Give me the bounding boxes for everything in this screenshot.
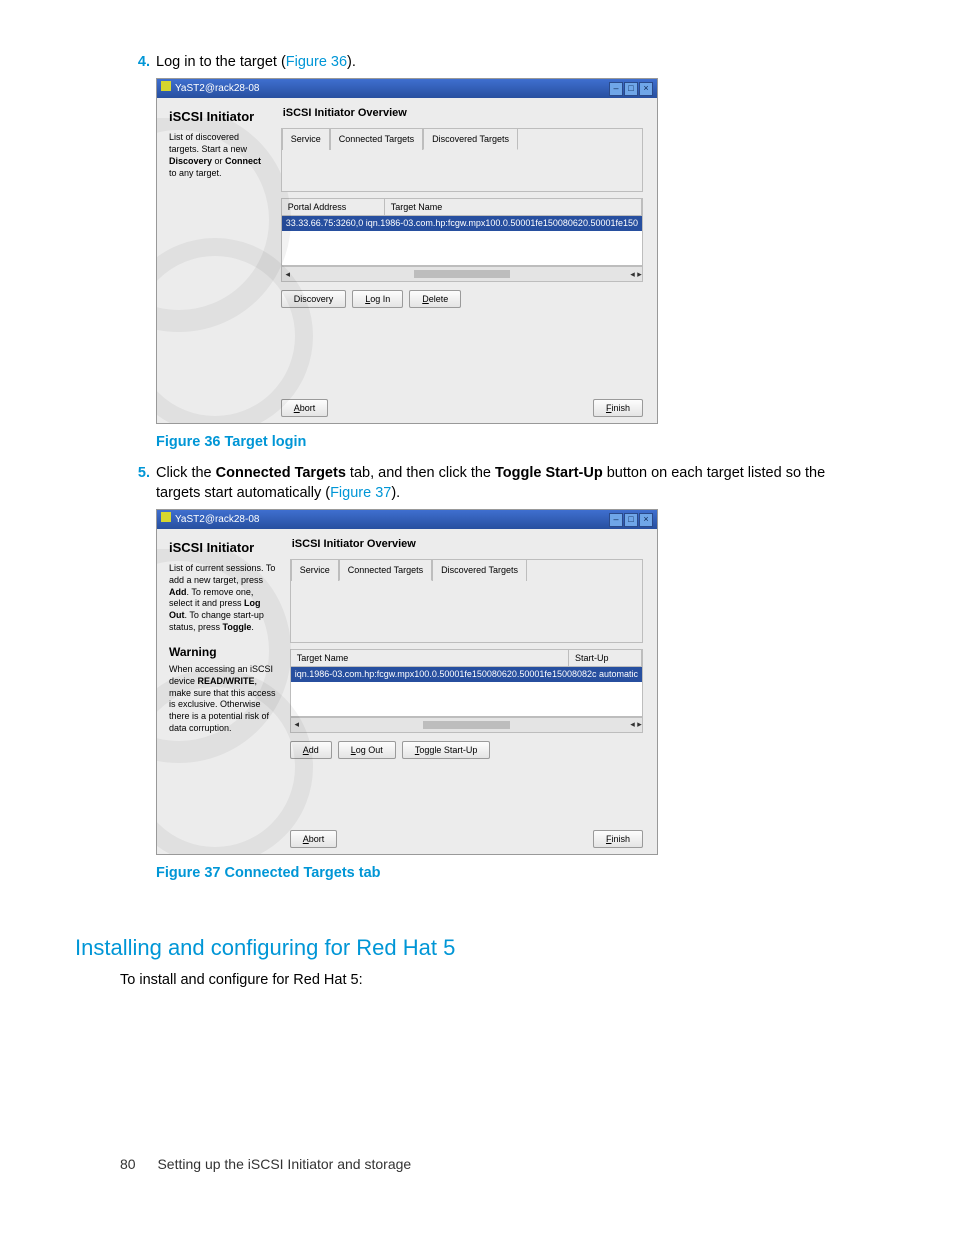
text: ). [347,54,356,70]
text: Click the [156,465,216,481]
scroll-left-icon[interactable]: ◂ [282,268,294,281]
targets-list: Portal Address Target Name 33.33.66.75:3… [281,198,643,266]
sidebar-help-text: List of current sessions. To add a new t… [169,563,276,633]
yast-window-discovered: YaST2@rack28-08 –□× iSCSI Initiator List… [156,78,658,424]
window-buttons: –□× [608,82,653,96]
figure-caption: Figure 36 Target login [156,432,859,452]
column-portal[interactable]: Portal Address [282,199,385,216]
text: List of discovered targets. Start a new [169,132,247,154]
text-bold: READ/WRITE [198,676,255,686]
tab-discovered[interactable]: Discovered Targets [432,559,527,582]
text: ). [391,485,400,501]
window-buttons: –□× [608,513,653,527]
warning-text: When accessing an iSCSI device READ/WRIT… [169,664,276,734]
step-number: 4. [120,52,150,72]
text-bold: Toggle Start-Up [495,465,603,481]
scroll-right-icon[interactable]: ◂ ▸ [630,718,642,731]
text: List of current sessions. To add a new t… [169,563,275,585]
u: A [294,403,300,413]
scroll-left-icon[interactable]: ◂ [291,718,303,731]
maximize-button[interactable]: □ [624,82,638,96]
app-icon [161,81,171,91]
finish-button[interactable]: Finish [593,399,643,418]
u: F [606,834,612,844]
page-footer: 80 Setting up the iSCSI Initiator and st… [120,1155,411,1175]
figure-link[interactable]: Figure 37 [330,485,391,501]
window-title: YaST2@rack28-08 [175,514,259,525]
text-bold: Toggle [223,622,252,632]
step-number: 5. [120,463,150,504]
u: L [351,745,356,755]
column-startup[interactable]: Start-Up [569,650,642,667]
tab-service[interactable]: Service [291,559,339,582]
warning-heading: Warning [169,644,276,661]
panel-title: iSCSI Initiator Overview [283,106,647,121]
tab-service[interactable]: Service [282,128,330,151]
finish-button[interactable]: Finish [593,830,643,849]
panel-title: iSCSI Initiator Overview [292,537,647,552]
target-row[interactable]: 33.33.66.75:3260,0 iqn.1986-03.com.hp:fc… [282,216,642,231]
window-titlebar: YaST2@rack28-08 –□× [157,79,657,98]
app-icon [161,512,171,522]
add-button[interactable]: Add [290,741,332,760]
u: L [365,294,370,304]
sidebar-help-text: List of discovered targets. Start a new … [169,132,267,179]
logout-button[interactable]: Log Out [338,741,396,760]
section-intro: To install and configure for Red Hat 5: [120,970,859,990]
chapter-title: Setting up the iSCSI Initiator and stora… [157,1156,411,1172]
maximize-button[interactable]: □ [624,513,638,527]
targets-list: Target Name Start-Up iqn.1986-03.com.hp:… [290,649,643,717]
tab-connected[interactable]: Connected Targets [339,559,432,582]
u: A [303,834,309,844]
window-titlebar: YaST2@rack28-08 –□× [157,510,657,529]
login-button[interactable]: Log In [352,290,403,309]
close-button[interactable]: × [639,513,653,527]
yast-window-connected: YaST2@rack28-08 –□× iSCSI Initiator List… [156,509,658,855]
delete-button[interactable]: Delete [409,290,461,309]
u: F [606,403,612,413]
sidebar-title: iSCSI Initiator [169,539,276,557]
text-bold: Connect [225,156,261,166]
target-row[interactable]: iqn.1986-03.com.hp:fcgw.mpx100.0.50001fe… [291,667,642,682]
close-button[interactable]: × [639,82,653,96]
tab-connected[interactable]: Connected Targets [330,128,423,151]
u: T [415,745,420,755]
text: or [212,156,225,166]
text: tab, and then click the [346,465,495,481]
sidebar-title: iSCSI Initiator [169,108,267,126]
minimize-button[interactable]: – [609,82,623,96]
toggle-startup-button[interactable]: Toggle Start-Up [402,741,491,760]
section-heading: Installing and configuring for Red Hat 5 [75,933,859,964]
text-bold: Connected Targets [216,465,346,481]
step-text: Click the Connected Targets tab, and the… [156,463,859,504]
page-number: 80 [120,1156,136,1172]
column-target[interactable]: Target Name [291,650,569,667]
text: to any target. [169,168,222,178]
horizontal-scrollbar[interactable]: ◂ ◂ ▸ [290,717,643,733]
tab-container: Service Connected Targets Discovered Tar… [290,559,643,643]
text: Log in to the target ( [156,54,286,70]
u: A [303,745,309,755]
text: . [251,622,254,632]
minimize-button[interactable]: – [609,513,623,527]
horizontal-scrollbar[interactable]: ◂ ◂ ▸ [281,266,643,282]
step-text: Log in to the target (Figure 36). [156,52,859,72]
scroll-thumb[interactable] [423,721,510,729]
column-target[interactable]: Target Name [385,199,642,216]
u: D [422,294,429,304]
text-bold: Add [169,587,187,597]
discovery-button[interactable]: Discovery [281,290,347,309]
tab-discovered[interactable]: Discovered Targets [423,128,518,151]
abort-button[interactable]: Abort [281,399,329,418]
window-title: YaST2@rack28-08 [175,83,259,94]
tab-container: Service Connected Targets Discovered Tar… [281,128,643,192]
abort-button[interactable]: Abort [290,830,338,849]
figure-caption: Figure 37 Connected Targets tab [156,863,859,883]
figure-link[interactable]: Figure 36 [286,54,347,70]
text-bold: Discovery [169,156,212,166]
scroll-thumb[interactable] [414,270,510,278]
scroll-right-icon[interactable]: ◂ ▸ [630,268,642,281]
